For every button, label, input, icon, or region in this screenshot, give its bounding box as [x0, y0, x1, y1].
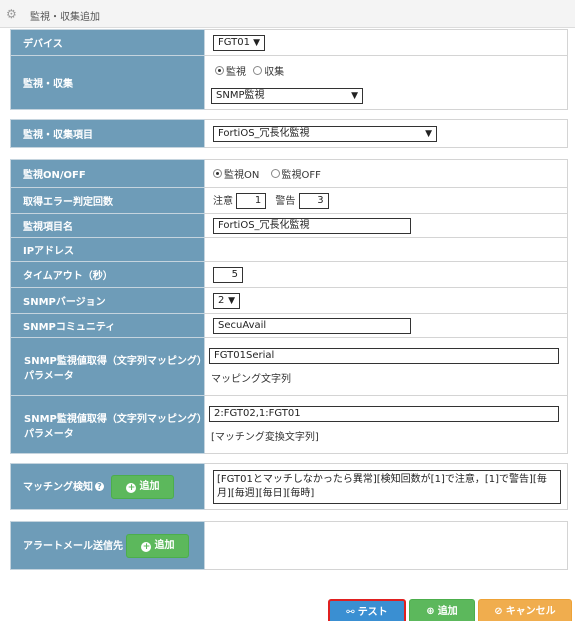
- help-icon[interactable]: ?: [95, 481, 104, 491]
- gear-icon: ⚙: [6, 7, 17, 21]
- snmp-version-label: SNMPバージョン: [10, 287, 205, 314]
- caution-input[interactable]: 1: [236, 193, 267, 209]
- snmp-version-select[interactable]: 2 ▼: [213, 292, 240, 309]
- item-section: 監視・収集項目 FortiOS_冗長化監視 ▼: [10, 119, 568, 148]
- radio-monitor-label: 監視: [226, 67, 246, 78]
- plus-icon: +: [141, 541, 152, 552]
- matching-label: マッチング検知: [23, 481, 93, 493]
- link-icon: ⚯: [346, 607, 355, 618]
- timeout-input[interactable]: 5: [213, 266, 243, 283]
- radio-monitor-off-label: 監視OFF: [281, 170, 321, 181]
- plus-circle-icon: ⊕: [426, 606, 435, 617]
- community-label: SNMPコミュニティ: [10, 313, 205, 338]
- alert-mail-section: アラートメール送信先 + 追加: [10, 521, 568, 570]
- alert-mail-add-button[interactable]: + 追加: [126, 533, 190, 558]
- alert-mail-value: [204, 521, 568, 570]
- radio-collect[interactable]: [253, 66, 263, 75]
- onoff-label: 監視ON/OFF: [10, 159, 205, 188]
- warning-label: 警告: [275, 196, 296, 207]
- error-count-label: 取得エラー判定回数: [10, 187, 205, 214]
- community-input[interactable]: SecuAvail: [213, 317, 411, 334]
- radio-monitor-on[interactable]: [213, 169, 222, 178]
- mapping1-label-text: SNMP監視値取得（文字列マッピング）パラメータ: [24, 355, 202, 382]
- radio-monitor-off[interactable]: [270, 169, 280, 178]
- ip-label: IPアドレス: [10, 237, 205, 262]
- page-title: 監視・収集追加: [30, 12, 100, 23]
- ip-value: [204, 237, 568, 262]
- mapping2-label: SNMP監視値取得（文字列マッピング）パラメータ: [10, 395, 205, 454]
- settings-section: 監視ON/OFF 監視ON 監視OFF 取得エラー判定回数 注意 1 警告 3 …: [10, 159, 568, 454]
- radio-monitor[interactable]: [215, 66, 224, 75]
- matching-add-button[interactable]: + 追加: [111, 474, 175, 499]
- matching-rule-text: [FGT01とマッチしなかったら異常][検知回数が[1]で注意，[1]で警告][…: [213, 469, 561, 504]
- monitor-type-select[interactable]: SNMP監視 ▼: [211, 88, 363, 104]
- mapping1-input[interactable]: FGT01Serial: [209, 348, 559, 364]
- device-select[interactable]: FGT01 ▼: [213, 34, 265, 51]
- warning-input[interactable]: 3: [298, 193, 329, 209]
- radio-collect-label: 収集: [264, 67, 285, 78]
- matching-section: マッチング検知? + 追加 [FGT01とマッチしなかったら異常][検知回数が[1…: [10, 463, 568, 510]
- mapping1-label: SNMP監視値取得（文字列マッピング）パラメータ: [10, 337, 205, 396]
- mapping1-note: マッピング文字列: [211, 374, 291, 385]
- title-bar: ⚙ 監視・収集追加: [0, 0, 575, 28]
- mapping2-label-text: SNMP監視値取得（文字列マッピング）パラメータ: [24, 413, 202, 440]
- item-select[interactable]: FortiOS_冗長化監視 ▼: [213, 125, 437, 142]
- cancel-button[interactable]: ⊘ キャンセル: [478, 599, 572, 621]
- radio-monitor-on-label: 監視ON: [224, 170, 260, 181]
- matching-label-cell: マッチング検知? + 追加: [10, 463, 205, 510]
- plus-icon: +: [126, 482, 137, 493]
- test-button[interactable]: ⚯ テスト: [328, 599, 406, 621]
- device-section: デバイス FGT01 ▼ 監視・収集 監視 収集 SNMP監視 ▼: [10, 29, 568, 110]
- timeout-label: タイムアウト（秒）: [10, 261, 205, 288]
- ban-icon: ⊘: [494, 606, 503, 617]
- alert-mail-label: アラートメール送信先: [23, 540, 123, 552]
- alert-mail-label-cell: アラートメール送信先 + 追加: [10, 521, 205, 570]
- device-label: デバイス: [10, 29, 205, 56]
- caution-label: 注意: [213, 196, 233, 207]
- monitor-collect-label: 監視・収集: [10, 55, 205, 110]
- item-name-label: 監視項目名: [10, 213, 205, 238]
- add-button[interactable]: ⊕ 追加: [409, 599, 475, 621]
- item-label: 監視・収集項目: [10, 119, 205, 148]
- item-name-input[interactable]: FortiOS_冗長化監視: [213, 217, 411, 234]
- mapping2-note: [マッチング変換文字列]: [211, 432, 319, 443]
- mapping2-input[interactable]: 2:FGT02,1:FGT01: [209, 406, 559, 422]
